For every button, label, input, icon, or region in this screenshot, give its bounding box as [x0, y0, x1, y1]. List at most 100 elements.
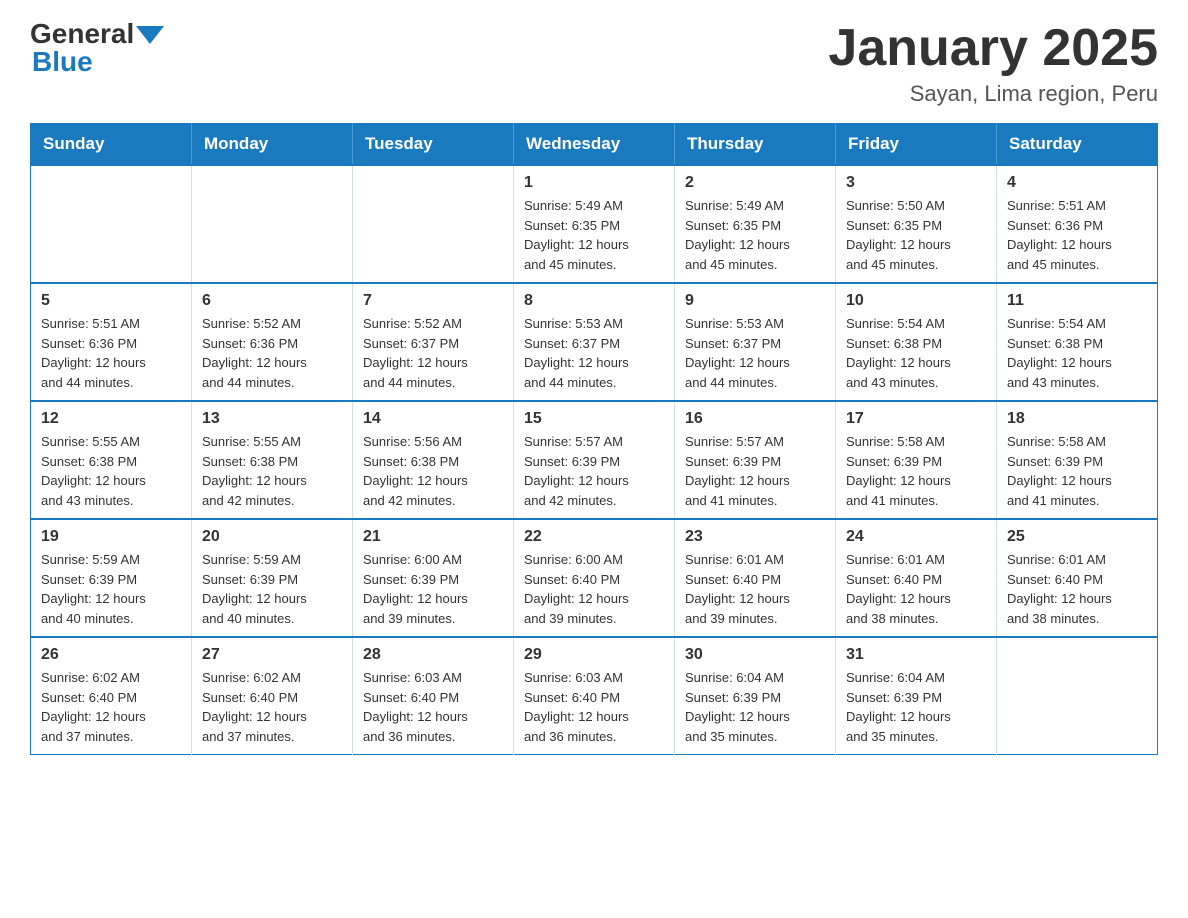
title-block: January 2025 Sayan, Lima region, Peru [828, 20, 1158, 107]
calendar-day-cell: 3Sunrise: 5:50 AM Sunset: 6:35 PM Daylig… [836, 165, 997, 283]
calendar-week-row: 1 Sunrise: 5:49 AM Sunset: 6:35 PM Daylig… [31, 165, 1158, 283]
calendar-day-cell: 7 Sunrise: 5:52 AM Sunset: 6:37 PM Daylig… [353, 283, 514, 401]
calendar-day-cell: 20 Sunrise: 5:59 AM Sunset: 6:39 PM Dayli… [192, 519, 353, 637]
day-number: 17 [846, 410, 986, 428]
calendar-day-header: Monday [192, 124, 353, 166]
day-number: 29 [524, 646, 664, 664]
day-info: Sunrise: 5:58 AM Sunset: 6:39 PM Dayligh… [846, 432, 986, 510]
calendar-day-cell: 21Sunrise: 6:00 AM Sunset: 6:39 PM Dayli… [353, 519, 514, 637]
day-info: Sunrise: 6:04 AM Sunset: 6:39 PM Dayligh… [846, 668, 986, 746]
calendar-header-row: SundayMondayTuesdayWednesdayThursdayFrid… [31, 124, 1158, 166]
day-info: Sunrise: 5:50 AM Sunset: 6:35 PM Dayligh… [846, 196, 986, 274]
calendar-day-header: Friday [836, 124, 997, 166]
calendar-day-cell: 30Sunrise: 6:04 AM Sunset: 6:39 PM Dayli… [675, 637, 836, 755]
calendar-day-cell: 18 Sunrise: 5:58 AM Sunset: 6:39 PM Dayli… [997, 401, 1158, 519]
calendar-day-cell: 5 Sunrise: 5:51 AM Sunset: 6:36 PM Daylig… [31, 283, 192, 401]
day-info: Sunrise: 6:01 AM Sunset: 6:40 PM Dayligh… [1007, 550, 1147, 628]
day-number: 10 [846, 292, 986, 310]
day-info: Sunrise: 6:02 AM Sunset: 6:40 PM Dayligh… [202, 668, 342, 746]
day-info: Sunrise: 5:57 AM Sunset: 6:39 PM Dayligh… [524, 432, 664, 510]
day-number: 15 [524, 410, 664, 428]
day-number: 7 [363, 292, 503, 310]
day-number: 11 [1007, 292, 1147, 310]
day-number: 16 [685, 410, 825, 428]
day-info: Sunrise: 5:57 AM Sunset: 6:39 PM Dayligh… [685, 432, 825, 510]
day-info: Sunrise: 5:54 AM Sunset: 6:38 PM Dayligh… [1007, 314, 1147, 392]
day-number: 12 [41, 410, 181, 428]
day-info: Sunrise: 5:52 AM Sunset: 6:37 PM Dayligh… [363, 314, 503, 392]
calendar-day-cell: 2 Sunrise: 5:49 AM Sunset: 6:35 PM Daylig… [675, 165, 836, 283]
logo-general-text: General [30, 20, 134, 48]
calendar-day-cell: 26Sunrise: 6:02 AM Sunset: 6:40 PM Dayli… [31, 637, 192, 755]
page-subtitle: Sayan, Lima region, Peru [828, 81, 1158, 107]
day-info: Sunrise: 5:55 AM Sunset: 6:38 PM Dayligh… [202, 432, 342, 510]
calendar-day-cell [997, 637, 1158, 755]
calendar-day-header: Thursday [675, 124, 836, 166]
day-number: 9 [685, 292, 825, 310]
calendar-day-cell: 24 Sunrise: 6:01 AM Sunset: 6:40 PM Dayli… [836, 519, 997, 637]
day-number: 14 [363, 410, 503, 428]
calendar-day-cell: 25 Sunrise: 6:01 AM Sunset: 6:40 PM Dayli… [997, 519, 1158, 637]
day-number: 5 [41, 292, 181, 310]
calendar-day-header: Saturday [997, 124, 1158, 166]
page-title: January 2025 [828, 20, 1158, 77]
day-info: Sunrise: 5:51 AM Sunset: 6:36 PM Dayligh… [1007, 196, 1147, 274]
day-number: 2 [685, 174, 825, 192]
calendar-week-row: 12 Sunrise: 5:55 AM Sunset: 6:38 PM Dayli… [31, 401, 1158, 519]
calendar-day-cell: 27 Sunrise: 6:02 AM Sunset: 6:40 PM Dayli… [192, 637, 353, 755]
day-info: Sunrise: 5:56 AM Sunset: 6:38 PM Dayligh… [363, 432, 503, 510]
day-number: 31 [846, 646, 986, 664]
day-number: 24 [846, 528, 986, 546]
day-info: Sunrise: 5:59 AM Sunset: 6:39 PM Dayligh… [202, 550, 342, 628]
calendar-week-row: 5 Sunrise: 5:51 AM Sunset: 6:36 PM Daylig… [31, 283, 1158, 401]
day-info: Sunrise: 5:51 AM Sunset: 6:36 PM Dayligh… [41, 314, 181, 392]
day-number: 21 [363, 528, 503, 546]
day-number: 19 [41, 528, 181, 546]
day-info: Sunrise: 5:55 AM Sunset: 6:38 PM Dayligh… [41, 432, 181, 510]
logo-triangle-icon [136, 26, 164, 44]
day-number: 25 [1007, 528, 1147, 546]
calendar-day-header: Tuesday [353, 124, 514, 166]
calendar-day-cell: 19 Sunrise: 5:59 AM Sunset: 6:39 PM Dayli… [31, 519, 192, 637]
calendar-table: SundayMondayTuesdayWednesdayThursdayFrid… [30, 123, 1158, 755]
calendar-day-cell: 4 Sunrise: 5:51 AM Sunset: 6:36 PM Daylig… [997, 165, 1158, 283]
calendar-day-cell: 23 Sunrise: 6:01 AM Sunset: 6:40 PM Dayli… [675, 519, 836, 637]
calendar-day-header: Sunday [31, 124, 192, 166]
day-number: 28 [363, 646, 503, 664]
calendar-day-cell [31, 165, 192, 283]
day-info: Sunrise: 5:52 AM Sunset: 6:36 PM Dayligh… [202, 314, 342, 392]
calendar-day-cell: 22 Sunrise: 6:00 AM Sunset: 6:40 PM Dayli… [514, 519, 675, 637]
calendar-day-cell: 16 Sunrise: 5:57 AM Sunset: 6:39 PM Dayli… [675, 401, 836, 519]
calendar-day-cell: 1 Sunrise: 5:49 AM Sunset: 6:35 PM Daylig… [514, 165, 675, 283]
day-number: 22 [524, 528, 664, 546]
day-info: Sunrise: 5:49 AM Sunset: 6:35 PM Dayligh… [685, 196, 825, 274]
day-info: Sunrise: 6:01 AM Sunset: 6:40 PM Dayligh… [685, 550, 825, 628]
calendar-day-cell: 28Sunrise: 6:03 AM Sunset: 6:40 PM Dayli… [353, 637, 514, 755]
calendar-day-cell [353, 165, 514, 283]
day-info: Sunrise: 6:03 AM Sunset: 6:40 PM Dayligh… [524, 668, 664, 746]
day-number: 27 [202, 646, 342, 664]
day-number: 4 [1007, 174, 1147, 192]
day-info: Sunrise: 5:58 AM Sunset: 6:39 PM Dayligh… [1007, 432, 1147, 510]
day-number: 1 [524, 174, 664, 192]
day-info: Sunrise: 6:01 AM Sunset: 6:40 PM Dayligh… [846, 550, 986, 628]
calendar-day-cell: 31 Sunrise: 6:04 AM Sunset: 6:39 PM Dayli… [836, 637, 997, 755]
calendar-day-cell: 6Sunrise: 5:52 AM Sunset: 6:36 PM Daylig… [192, 283, 353, 401]
calendar-day-cell [192, 165, 353, 283]
day-info: Sunrise: 6:00 AM Sunset: 6:40 PM Dayligh… [524, 550, 664, 628]
calendar-day-cell: 8 Sunrise: 5:53 AM Sunset: 6:37 PM Daylig… [514, 283, 675, 401]
day-number: 8 [524, 292, 664, 310]
day-info: Sunrise: 6:04 AM Sunset: 6:39 PM Dayligh… [685, 668, 825, 746]
day-info: Sunrise: 5:54 AM Sunset: 6:38 PM Dayligh… [846, 314, 986, 392]
day-number: 20 [202, 528, 342, 546]
calendar-day-cell: 29 Sunrise: 6:03 AM Sunset: 6:40 PM Dayli… [514, 637, 675, 755]
calendar-week-row: 26Sunrise: 6:02 AM Sunset: 6:40 PM Dayli… [31, 637, 1158, 755]
calendar-day-cell: 12 Sunrise: 5:55 AM Sunset: 6:38 PM Dayli… [31, 401, 192, 519]
day-number: 18 [1007, 410, 1147, 428]
day-info: Sunrise: 5:59 AM Sunset: 6:39 PM Dayligh… [41, 550, 181, 628]
day-info: Sunrise: 5:49 AM Sunset: 6:35 PM Dayligh… [524, 196, 664, 274]
calendar-week-row: 19 Sunrise: 5:59 AM Sunset: 6:39 PM Dayli… [31, 519, 1158, 637]
day-info: Sunrise: 5:53 AM Sunset: 6:37 PM Dayligh… [524, 314, 664, 392]
day-number: 13 [202, 410, 342, 428]
day-number: 23 [685, 528, 825, 546]
